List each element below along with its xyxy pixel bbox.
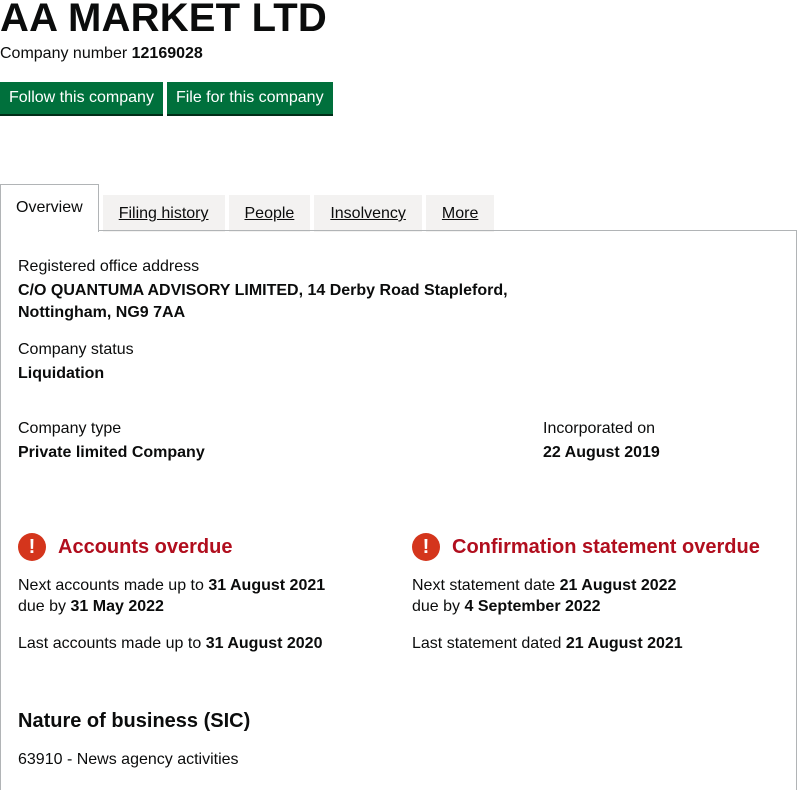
tab-more[interactable]: More [425, 195, 495, 232]
next-statement-date: 21 August 2022 [559, 577, 677, 594]
accounts-overdue-alert: ! Accounts overdue [18, 533, 232, 561]
company-number-value: 12169028 [131, 45, 203, 62]
exclamation-icon: ! [18, 533, 46, 561]
address-line-2: Nottingham, NG9 7AA [18, 304, 186, 321]
address-label: Registered office address [18, 258, 200, 275]
follow-company-button[interactable]: Follow this company [0, 82, 163, 114]
company-number: Company number 12169028 [0, 44, 203, 64]
next-statement-prefix: Next statement date [412, 577, 556, 594]
next-accounts-prefix: Next accounts made up to [18, 577, 204, 594]
last-statement: Last statement dated 21 August 2021 [412, 633, 683, 654]
sic-heading: Nature of business (SIC) [18, 710, 251, 732]
incorporated-value: 22 August 2019 [543, 444, 660, 461]
accounts-due-date: 31 May 2022 [70, 598, 164, 615]
last-accounts-prefix: Last accounts made up to [18, 635, 202, 652]
company-type-value: Private limited Company [18, 444, 205, 461]
next-accounts-date: 31 August 2021 [208, 577, 326, 594]
status-value: Liquidation [18, 365, 105, 382]
action-buttons: Follow this company File for this compan… [0, 82, 333, 114]
last-accounts: Last accounts made up to 31 August 2020 [18, 633, 322, 654]
address-line-1: C/O QUANTUMA ADVISORY LIMITED, 14 Derby … [18, 282, 508, 299]
tab-overview[interactable]: Overview [0, 184, 99, 232]
statement-due-prefix: due by [412, 598, 461, 615]
next-statement: Next statement date 21 August 2022 [412, 575, 676, 596]
tab-filing-history[interactable]: Filing history [102, 195, 225, 232]
last-statement-date: 21 August 2021 [565, 635, 683, 652]
accounts-due: due by 31 May 2022 [18, 596, 164, 617]
incorporated-label: Incorporated on [543, 420, 656, 437]
overview-panel: Registered office address C/O QUANTUMA A… [0, 230, 797, 790]
accounts-due-prefix: due by [18, 598, 67, 615]
last-accounts-date: 31 August 2020 [205, 635, 323, 652]
status-label: Company status [18, 341, 134, 358]
file-for-company-button[interactable]: File for this company [166, 82, 333, 114]
confirmation-overdue-heading: Confirmation statement overdue [452, 536, 760, 558]
statement-due: due by 4 September 2022 [412, 596, 601, 617]
next-accounts: Next accounts made up to 31 August 2021 [18, 575, 325, 596]
accounts-overdue-heading: Accounts overdue [58, 536, 233, 558]
tab-bar: Overview Filing history People Insolvenc… [0, 184, 498, 232]
tab-people[interactable]: People [228, 195, 311, 232]
confirmation-overdue-alert: ! Confirmation statement overdue [412, 533, 760, 561]
exclamation-icon: ! [412, 533, 440, 561]
company-name: AA MARKET LTD [0, 0, 327, 40]
company-number-label: Company number [0, 45, 128, 62]
sic-item: 63910 - News agency activities [18, 751, 239, 768]
company-type-label: Company type [18, 420, 122, 437]
tab-insolvency[interactable]: Insolvency [314, 195, 422, 232]
last-statement-prefix: Last statement dated [412, 635, 562, 652]
statement-due-date: 4 September 2022 [464, 598, 601, 615]
